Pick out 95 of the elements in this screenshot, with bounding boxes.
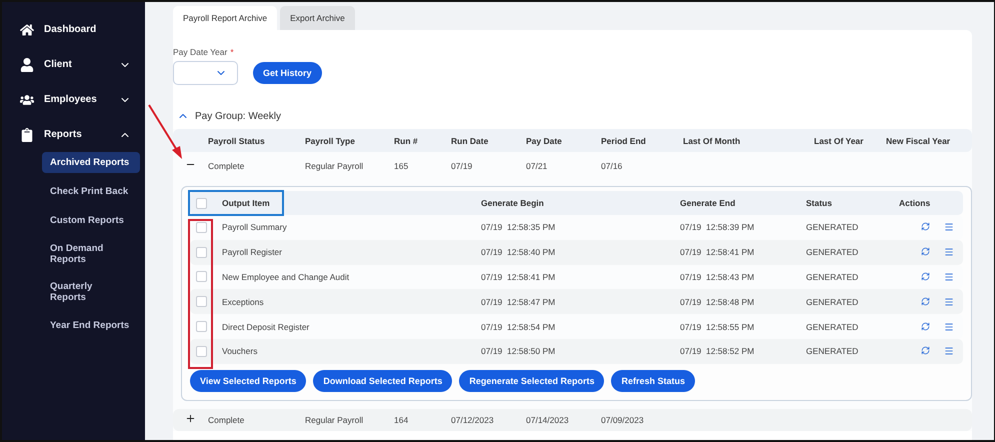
table-cell-text: Complete bbox=[208, 161, 246, 171]
select-all-checkbox[interactable] bbox=[196, 198, 207, 208]
refresh-icon[interactable] bbox=[921, 322, 930, 331]
column-header: Generate Begin bbox=[481, 198, 545, 208]
user-icon bbox=[20, 58, 34, 72]
nav-subitem[interactable]: Year End Reports bbox=[42, 315, 140, 336]
table-cell-text: 07/19 12:58:35 PM bbox=[481, 222, 556, 232]
row-checkbox[interactable] bbox=[196, 296, 207, 308]
table-cell-text: 07/14/2023 bbox=[526, 414, 570, 425]
column-header: Output Item bbox=[222, 198, 271, 208]
table-cell-text: GENERATED bbox=[806, 296, 860, 307]
nav-subitem[interactable]: Quarterly Reports bbox=[42, 277, 122, 307]
table-cell-text: Regular Payroll bbox=[305, 161, 364, 171]
column-header: Period End bbox=[601, 136, 647, 146]
column-header: Last Of Month bbox=[683, 136, 742, 146]
nav-item[interactable]: Reports bbox=[2, 117, 145, 152]
column-header: Payroll Status bbox=[208, 136, 266, 146]
required-mark: * bbox=[230, 47, 234, 57]
column-header: New Fiscal Year bbox=[886, 136, 952, 146]
tab[interactable]: Export Archive bbox=[280, 6, 355, 30]
expand-icon[interactable] bbox=[185, 412, 196, 424]
column-header: Payroll Type bbox=[305, 136, 356, 146]
nav-subitem[interactable]: Archived Reports bbox=[42, 152, 140, 173]
row-checkbox[interactable] bbox=[196, 271, 207, 282]
group-header[interactable]: Pay Group: Weekly bbox=[173, 103, 972, 129]
clipboard-icon bbox=[20, 128, 34, 142]
table-cell-text: 07/19 12:58:40 PM bbox=[481, 247, 556, 258]
table-cell-text: Regular Payroll bbox=[305, 414, 364, 425]
menu-icon[interactable] bbox=[944, 346, 954, 356]
row-checkbox[interactable] bbox=[196, 222, 207, 233]
refresh-icon[interactable] bbox=[921, 272, 930, 281]
nav-subitem[interactable]: Custom Reports bbox=[42, 210, 140, 231]
table-cell-text: New Employee and Change Audit bbox=[222, 272, 350, 282]
refresh-icon[interactable] bbox=[921, 222, 930, 232]
row-checkbox[interactable] bbox=[196, 346, 207, 357]
table-cell-text: Direct Deposit Register bbox=[222, 322, 310, 332]
row-checkbox[interactable] bbox=[196, 246, 207, 258]
table-cell-text: GENERATED bbox=[806, 322, 860, 332]
table-cell-text: GENERATED bbox=[806, 222, 860, 232]
table-cell-text: Payroll Register bbox=[222, 247, 283, 258]
home-icon bbox=[20, 22, 34, 36]
refresh-icon[interactable] bbox=[921, 346, 930, 356]
refresh-icon[interactable] bbox=[921, 247, 930, 256]
table-cell-text: 07/16 bbox=[601, 161, 624, 171]
table-cell-text: 07/19 12:58:48 PM bbox=[680, 296, 756, 307]
users-icon bbox=[20, 92, 34, 106]
table-cell-text: 07/19 12:58:54 PM bbox=[481, 322, 556, 332]
table-cell-text: 07/09/2023 bbox=[601, 414, 645, 425]
menu-icon[interactable] bbox=[944, 272, 954, 282]
table-cell-text: Payroll Summary bbox=[222, 222, 288, 232]
table-cell-text: 164 bbox=[394, 414, 410, 425]
menu-icon[interactable] bbox=[944, 247, 954, 258]
menu-icon[interactable] bbox=[944, 296, 954, 307]
row-checkbox[interactable] bbox=[196, 321, 207, 332]
get-history-button[interactable]: Get History bbox=[253, 62, 322, 84]
table-cell-text: 07/19 12:58:50 PM bbox=[481, 346, 556, 356]
table-cell-text: 07/19 12:58:41 PM bbox=[680, 247, 756, 258]
table-cell-text: Complete bbox=[208, 414, 246, 425]
refresh-icon[interactable] bbox=[921, 296, 930, 306]
tab[interactable]: Payroll Report Archive bbox=[173, 6, 278, 30]
column-header: Pay Date bbox=[526, 136, 563, 146]
table-cell-text: 07/21 bbox=[526, 161, 548, 171]
menu-icon[interactable] bbox=[944, 322, 954, 332]
menu-icon[interactable] bbox=[944, 222, 954, 232]
column-header: Status bbox=[806, 198, 833, 208]
table-cell-text: 07/12/2023 bbox=[451, 414, 495, 425]
table-cell-text: GENERATED bbox=[806, 272, 860, 282]
field-label: Pay Date Year * bbox=[173, 47, 234, 57]
table-cell-text: 07/19 12:58:47 PM bbox=[481, 296, 556, 307]
column-header: Run # bbox=[394, 136, 419, 146]
table-cell-text: GENERATED bbox=[806, 247, 860, 258]
action-button[interactable]: View Selected Reports bbox=[190, 370, 306, 392]
column-header: Last Of Year bbox=[814, 136, 864, 146]
nav-item[interactable]: Employees bbox=[2, 82, 145, 117]
action-button[interactable]: Download Selected Reports bbox=[313, 370, 452, 392]
table-cell-text: 07/19 12:58:43 PM bbox=[680, 272, 756, 282]
nav-item[interactable]: Client bbox=[2, 47, 145, 82]
table-cell-text: Vouchers bbox=[222, 346, 258, 356]
nav-subitem[interactable]: Check Print Back bbox=[42, 181, 140, 202]
table-cell-text: 165 bbox=[394, 161, 410, 171]
table-cell-text: 07/19 bbox=[451, 161, 474, 171]
table-cell-text: Exceptions bbox=[222, 296, 265, 307]
table-cell-text: 07/19 12:58:41 PM bbox=[481, 272, 556, 282]
column-header: Run Date bbox=[451, 136, 490, 146]
table-cell-text: GENERATED bbox=[806, 346, 860, 356]
table-cell-text: 07/19 12:58:39 PM bbox=[680, 222, 756, 232]
group-title: Pay Group: Weekly bbox=[195, 110, 281, 122]
table-cell-text: 07/19 12:58:55 PM bbox=[680, 322, 756, 332]
action-button[interactable]: Refresh Status bbox=[611, 370, 695, 392]
nav-item[interactable]: Dashboard bbox=[2, 12, 145, 47]
column-header: Actions bbox=[899, 198, 932, 208]
table-cell-text: 07/19 12:58:52 PM bbox=[680, 346, 756, 356]
nav-subitem[interactable]: On Demand Reports bbox=[42, 239, 122, 269]
action-button[interactable]: Regenerate Selected Reports bbox=[459, 370, 604, 392]
column-header: Generate End bbox=[680, 198, 736, 208]
